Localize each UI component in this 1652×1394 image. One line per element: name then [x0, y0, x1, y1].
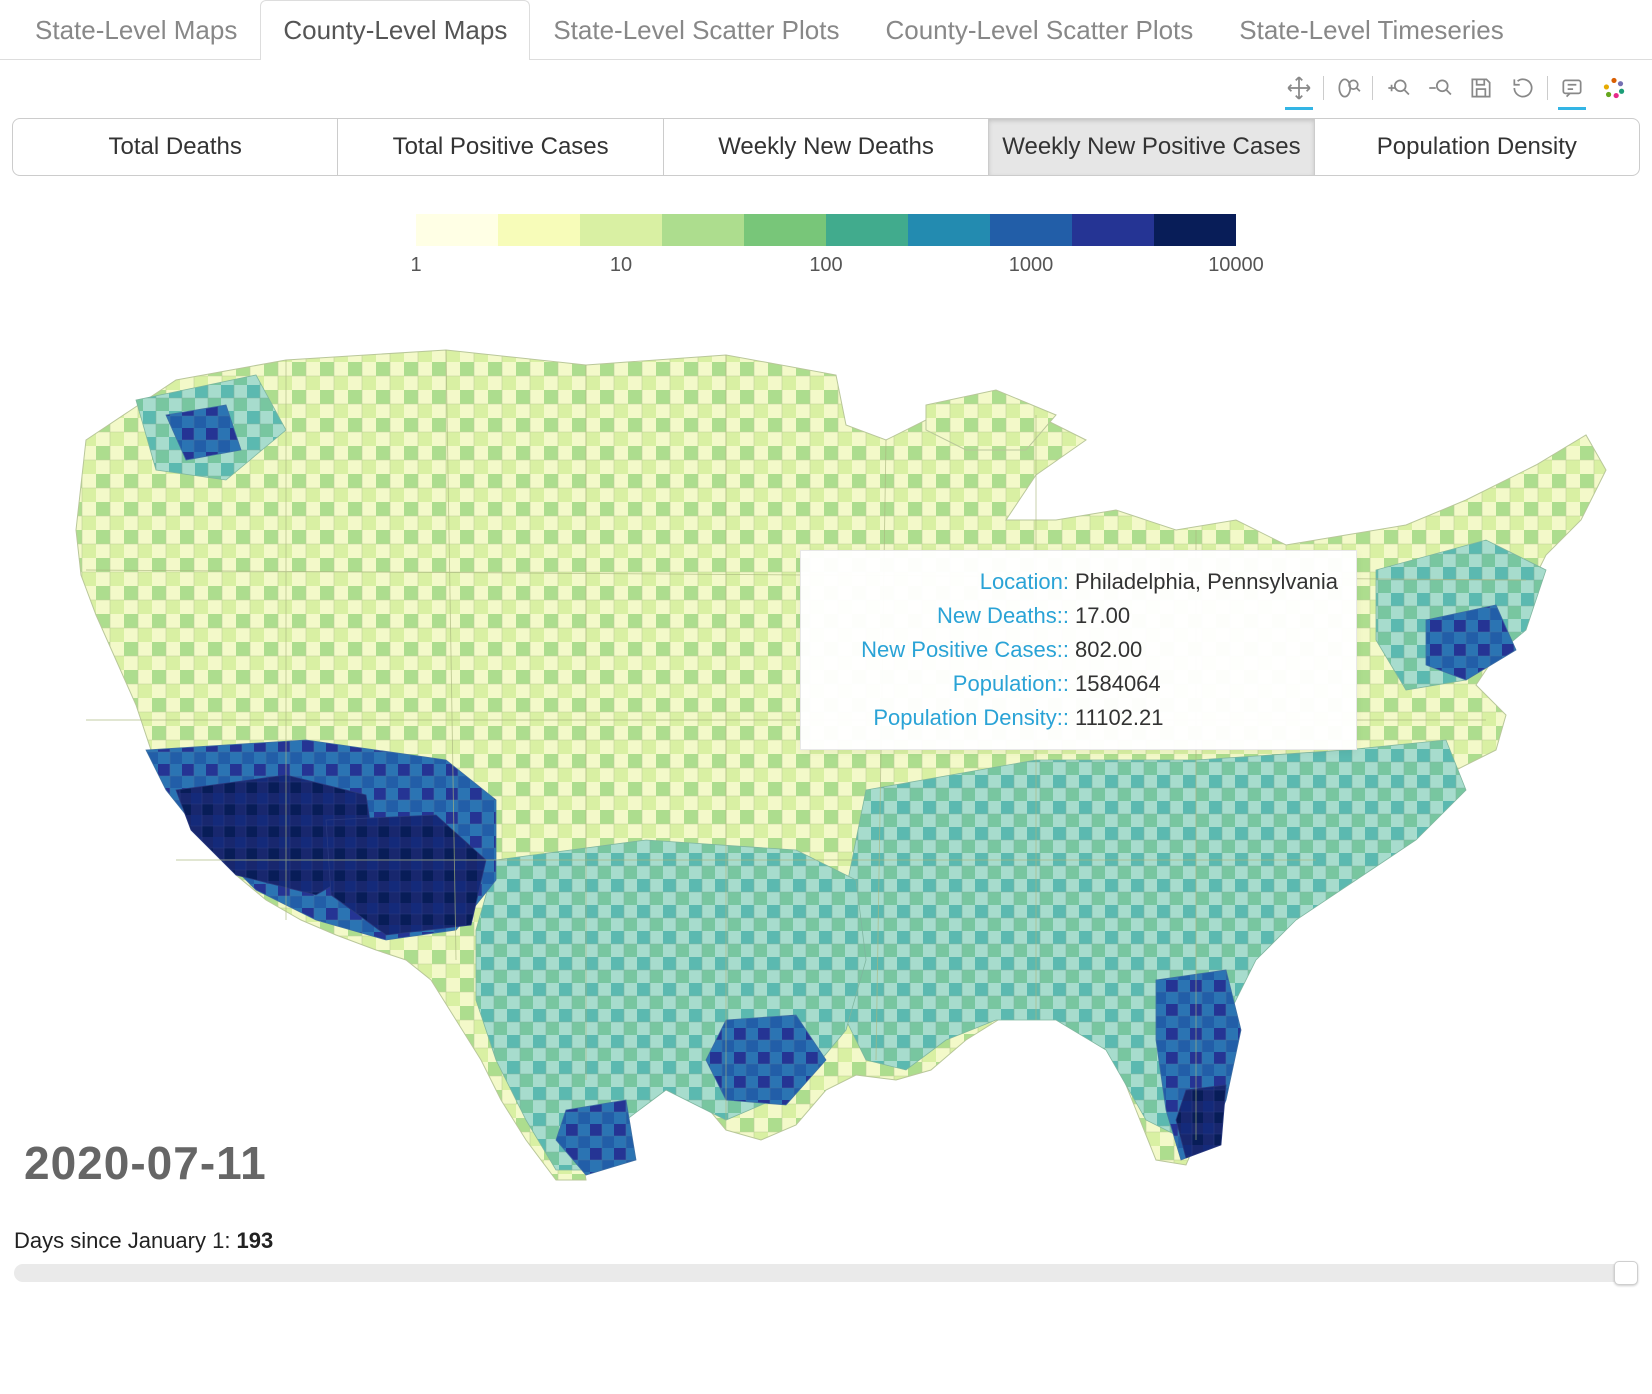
- save-icon[interactable]: [1463, 70, 1499, 106]
- metric-weekly-deaths-button[interactable]: Weekly New Deaths: [663, 118, 989, 176]
- legend-segment: [826, 214, 908, 246]
- tooltip-value: 1584064: [1075, 671, 1161, 697]
- metric-total-deaths-button[interactable]: Total Deaths: [12, 118, 338, 176]
- legend-colorbar: [416, 214, 1236, 246]
- tooltip-value: Philadelphia, Pennsylvania: [1075, 569, 1338, 595]
- tab-county-scatter[interactable]: County-Level Scatter Plots: [862, 0, 1216, 60]
- tooltip-row-density: Population Density:: 11102.21: [819, 701, 1338, 735]
- zoom-in-icon[interactable]: [1379, 70, 1415, 106]
- legend-segment: [990, 214, 1072, 246]
- plot-toolbar: [0, 60, 1652, 112]
- toolbar-separator: [1323, 76, 1324, 100]
- legend-segment: [416, 214, 498, 246]
- toolbar-separator: [1372, 76, 1373, 100]
- legend-tick-label: 10000: [1208, 254, 1264, 277]
- slider-thumb[interactable]: [1614, 1261, 1638, 1285]
- reset-icon[interactable]: [1505, 70, 1541, 106]
- region-texas-gulf: [476, 840, 866, 1170]
- tooltip-row-new-deaths: New Deaths:: 17.00: [819, 599, 1338, 633]
- metric-total-positive-button[interactable]: Total Positive Cases: [337, 118, 663, 176]
- tooltip-row-new-positive: New Positive Cases:: 802.00: [819, 633, 1338, 667]
- us-map-svg[interactable]: [20, 320, 1632, 1200]
- legend-tick-label: 100: [809, 254, 842, 277]
- days-slider[interactable]: [14, 1264, 1638, 1282]
- legend-segment: [498, 214, 580, 246]
- hover-icon[interactable]: [1554, 70, 1590, 106]
- nav-tabs: State-Level Maps County-Level Maps State…: [0, 0, 1652, 60]
- tooltip-key: New Deaths::: [819, 603, 1069, 629]
- legend-segment: [662, 214, 744, 246]
- metric-weekly-positive-button[interactable]: Weekly New Positive Cases: [988, 118, 1314, 176]
- tab-state-ts[interactable]: State-Level Timeseries: [1216, 0, 1526, 60]
- tooltip-key: New Positive Cases::: [819, 637, 1069, 663]
- pan-icon[interactable]: [1281, 70, 1317, 106]
- time-slider-section: Days since January 1: 193: [0, 1210, 1652, 1312]
- legend-tick-label: 1000: [1009, 254, 1054, 277]
- legend-segment: [1154, 214, 1236, 246]
- bokeh-logo-icon[interactable]: [1596, 70, 1632, 106]
- tooltip-value: 17.00: [1075, 603, 1130, 629]
- metric-button-group: Total Deaths Total Positive Cases Weekly…: [0, 112, 1652, 184]
- region-southeast: [836, 740, 1466, 1140]
- slider-label-prefix: Days since January 1:: [14, 1228, 237, 1253]
- tooltip-row-location: Location: Philadelphia, Pennsylvania: [819, 565, 1338, 599]
- toolbar-separator: [1547, 76, 1548, 100]
- tab-state-scatter[interactable]: State-Level Scatter Plots: [530, 0, 862, 60]
- metric-pop-density-button[interactable]: Population Density: [1314, 118, 1640, 176]
- zoom-out-icon[interactable]: [1421, 70, 1457, 106]
- tab-state-maps[interactable]: State-Level Maps: [12, 0, 260, 60]
- tooltip-key: Population::: [819, 671, 1069, 697]
- tooltip-row-population: Population:: 1584064: [819, 667, 1338, 701]
- legend-segment: [580, 214, 662, 246]
- choropleth-map[interactable]: Location: Philadelphia, Pennsylvania New…: [20, 320, 1632, 1200]
- slider-value: 193: [237, 1228, 274, 1253]
- legend-tick-label: 10: [610, 254, 632, 277]
- tooltip-value: 802.00: [1075, 637, 1142, 663]
- slider-label: Days since January 1: 193: [14, 1228, 1638, 1254]
- legend-segment: [908, 214, 990, 246]
- legend-segment: [744, 214, 826, 246]
- legend-tick-labels: 110100100010000: [416, 254, 1236, 280]
- legend-segment: [1072, 214, 1154, 246]
- tab-county-maps[interactable]: County-Level Maps: [260, 0, 530, 60]
- tooltip-key: Location:: [819, 569, 1069, 595]
- legend-tick-label: 1: [410, 254, 421, 277]
- tooltip-key: Population Density::: [819, 705, 1069, 731]
- color-legend: 1 10 100 1000 10000: [0, 214, 1652, 280]
- tooltip-value: 11102.21: [1075, 705, 1164, 731]
- wheel-zoom-icon[interactable]: [1330, 70, 1366, 106]
- hover-tooltip: Location: Philadelphia, Pennsylvania New…: [800, 550, 1357, 750]
- date-label: 2020-07-11: [24, 1136, 267, 1190]
